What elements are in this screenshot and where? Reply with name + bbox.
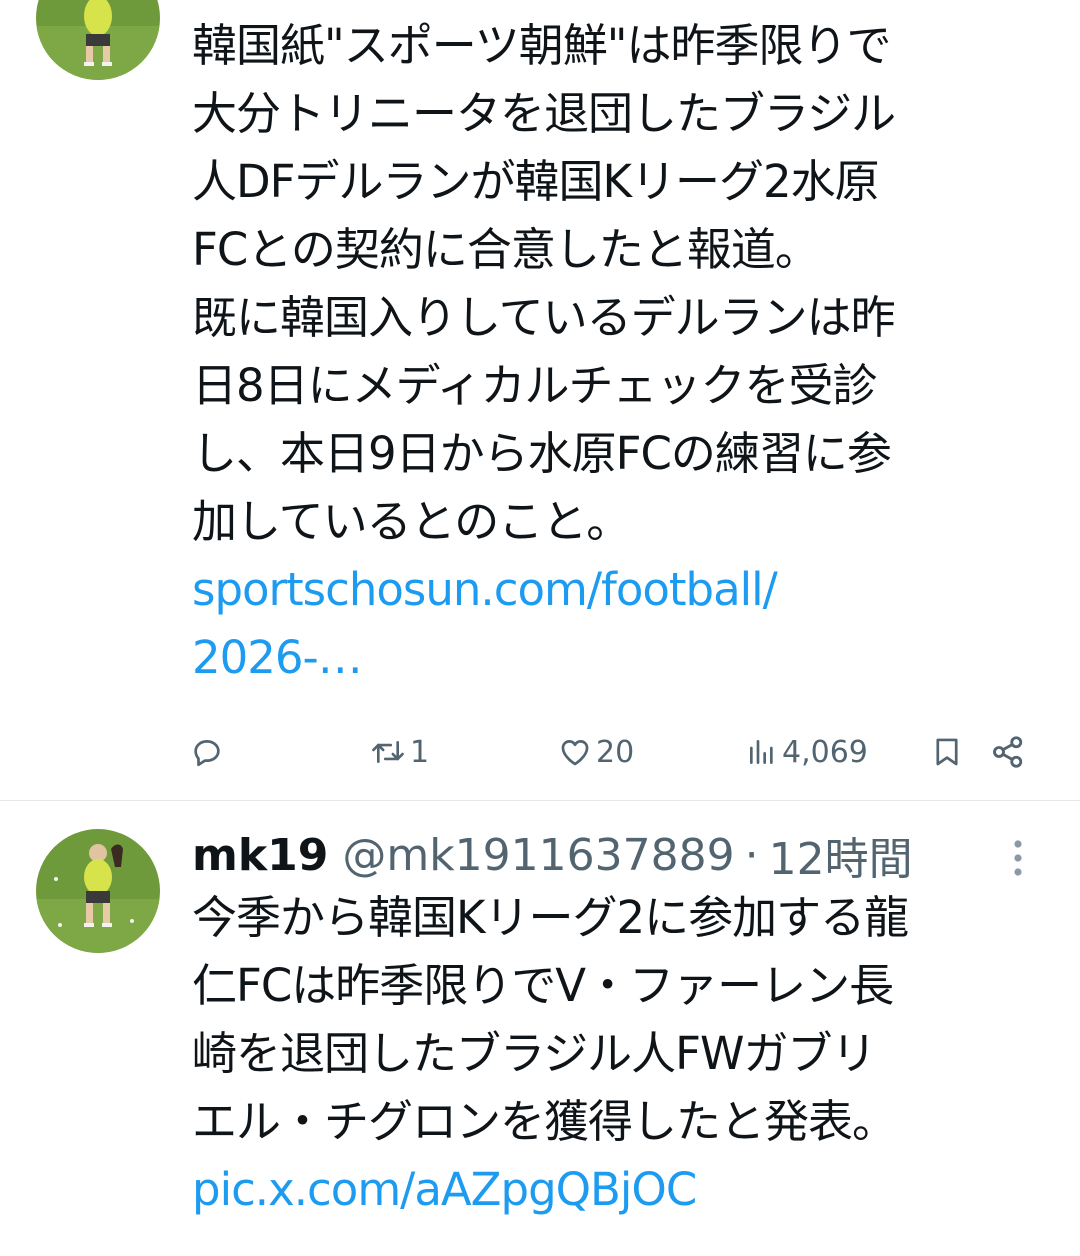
avatar[interactable] (36, 0, 160, 80)
tweet-link[interactable]: sportschosun.com/football/ (192, 556, 895, 624)
tweet-link[interactable]: pic.x.com/aAZpgQBjOC (192, 1156, 908, 1224)
tweet-time[interactable]: 12時間 (769, 823, 913, 887)
tweet-text: 今季から韓国Kリーグ2に参加する龍 仁FCは昨季限りでV・ファーレン長 崎を退団… (192, 884, 909, 1224)
tweet-text-line: 崎を退団したブラジル人FWガブリ (192, 1027, 876, 1080)
user-handle[interactable]: @mk1911637889 (342, 830, 734, 881)
bookmark-button[interactable] (930, 722, 964, 782)
retweet-icon (370, 735, 406, 769)
like-button[interactable]: 20 (558, 722, 634, 782)
views-button[interactable]: 4,069 (746, 722, 868, 782)
tweet-text-line: し、本日9日から水原FCの練習に参 (192, 427, 892, 480)
tweet-text-line: 韓国紙"スポーツ朝鮮"は昨季限りで (192, 19, 892, 72)
views-count: 4,069 (782, 734, 868, 770)
share-button[interactable] (990, 722, 1026, 782)
heart-icon (558, 735, 592, 769)
tweet-link[interactable]: 2026-… (192, 624, 895, 692)
separator-dot: · (744, 829, 759, 881)
tweet-text-line: 加しているとのこと。 (192, 495, 631, 548)
tweet-actions: 1 20 4,069 (186, 722, 1036, 782)
tweet-text: 韓国紙"スポーツ朝鮮"は昨季限りで 大分トリニータを退団したブラジル 人DFデル… (192, 12, 896, 692)
like-count: 20 (596, 734, 635, 770)
bookmark-icon (930, 734, 964, 770)
retweet-count: 1 (410, 734, 430, 770)
reply-icon (190, 735, 224, 769)
share-icon (990, 734, 1026, 770)
tweet-text-line: エル・チグロンを獲得したと発表。 (192, 1095, 897, 1148)
tweet-text-line: 仁FCは昨季限りでV・ファーレン長 (192, 959, 894, 1012)
avatar[interactable] (36, 829, 160, 953)
tweet-text-line: 日8日にメディカルチェックを受診 (192, 359, 877, 412)
display-name[interactable]: mk19 (192, 830, 328, 881)
tweet-text-line: 既に韓国入りしているデルランは昨 (192, 291, 896, 344)
retweet-button[interactable]: 1 (370, 722, 429, 782)
tweet-header: mk19 @mk1911637889 · 12時間 (192, 822, 913, 888)
reply-button[interactable] (190, 722, 228, 782)
more-vertical-icon (1012, 838, 1024, 882)
views-icon (746, 735, 778, 769)
tweet-text-line: FCとの契約に合意したと報道。 (192, 223, 820, 276)
tweet-text-line: 今季から韓国Kリーグ2に参加する龍 (192, 891, 909, 944)
tweet-text-line: 人DFデルランが韓国Kリーグ2水原 (192, 155, 880, 208)
tweet-divider (0, 800, 1080, 801)
more-options-button[interactable] (1000, 830, 1036, 890)
tweet-text-line: 大分トリニータを退団したブラジル (192, 87, 896, 140)
